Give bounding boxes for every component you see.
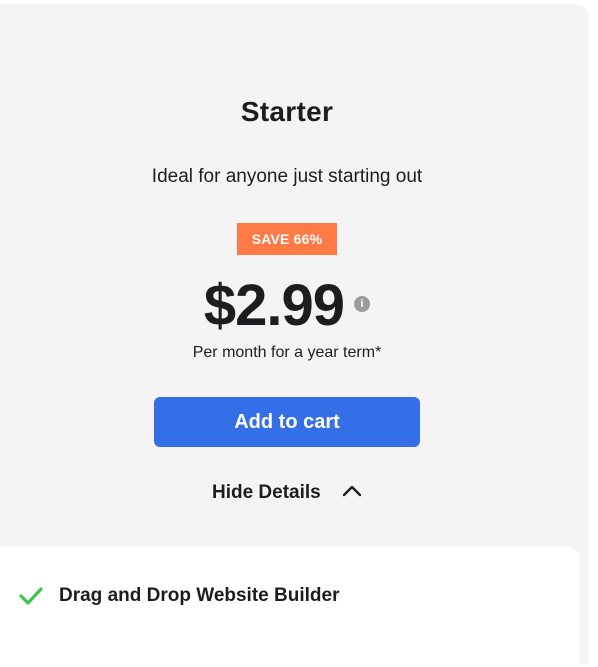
check-icon (19, 587, 43, 605)
price-row: $2.99 i (0, 272, 574, 339)
plan-card: Starter Ideal for anyone just starting o… (0, 4, 589, 667)
add-to-cart-button[interactable]: Add to cart (154, 397, 420, 447)
save-badge: SAVE 66% (237, 223, 337, 255)
plan-title: Starter (240, 96, 334, 127)
feature-item: Drag and Drop Website Builder (18, 585, 339, 607)
chevron-up-icon (342, 485, 362, 497)
price-term: Per month for a year term* (192, 344, 382, 361)
hide-details-label: Hide Details (211, 482, 321, 503)
plan-subtitle: Ideal for anyone just starting out (151, 166, 423, 187)
info-icon[interactable]: i (354, 295, 371, 312)
hide-details-toggle[interactable]: Hide Details (0, 482, 574, 504)
features-list: Drag and Drop Website Builder (0, 547, 579, 667)
price: $2.99 (203, 273, 345, 338)
feature-label: Drag and Drop Website Builder (59, 585, 340, 606)
